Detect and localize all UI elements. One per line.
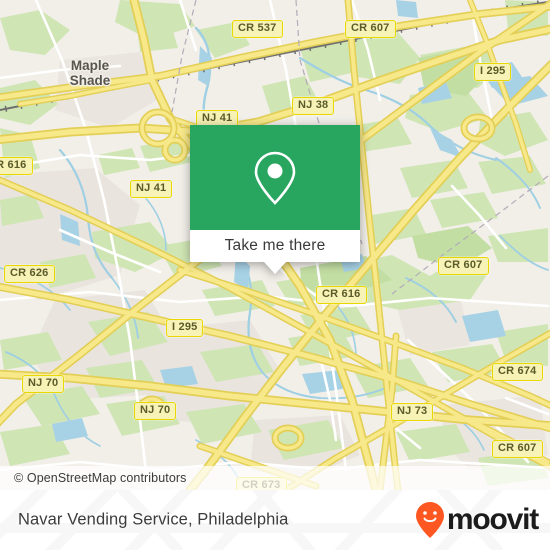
highway-shield-cr-616-west[interactable]: CR 616 (0, 157, 33, 175)
highway-shield-cr-607-east[interactable]: CR 607 (438, 257, 489, 275)
highway-shield-nj-70-west[interactable]: NJ 70 (22, 375, 65, 393)
highway-shield-cr-607-southeast[interactable]: CR 607 (492, 440, 543, 458)
highway-shield-nj-38[interactable]: NJ 38 (292, 97, 335, 115)
highway-shield-nj-73[interactable]: NJ 73 (391, 403, 434, 421)
highway-shield-nj-70[interactable]: NJ 70 (134, 402, 177, 420)
highway-shield-i-295[interactable]: I 295 (474, 63, 512, 81)
map-attribution[interactable]: © OpenStreetMap contributors (0, 466, 550, 490)
highway-shield-i-295-south[interactable]: I 295 (166, 319, 204, 337)
highway-shield-cr-616[interactable]: CR 616 (316, 286, 367, 304)
moovit-wordmark: moovit (446, 503, 539, 536)
highway-shield-nj-41-south[interactable]: NJ 41 (130, 180, 173, 198)
moovit-place-card: Maple Shade CR 537 CR 607 I 295 NJ 38 NJ… (0, 0, 550, 550)
popup-image-panel (190, 125, 360, 230)
highway-shield-cr-607[interactable]: CR 607 (345, 20, 396, 38)
popup-cta-label: Take me there (224, 237, 326, 254)
place-title: Navar Vending Service, Philadelphia (18, 510, 289, 529)
map-canvas[interactable]: Maple Shade CR 537 CR 607 I 295 NJ 38 NJ… (0, 0, 550, 490)
popup-cta-bar[interactable]: Take me there (190, 230, 360, 262)
moovit-logo[interactable]: moovit (415, 501, 539, 539)
highway-shield-cr-537[interactable]: CR 537 (232, 20, 283, 38)
moovit-pin-icon (415, 502, 444, 538)
footer-bar: Navar Vending Service, Philadelphia moov… (0, 490, 550, 550)
highway-shield-cr-626[interactable]: CR 626 (4, 265, 55, 283)
highway-shield-cr-674[interactable]: CR 674 (492, 363, 543, 381)
place-popup-callout[interactable]: Take me there (190, 125, 360, 274)
popup-pointer-tail (264, 262, 286, 274)
map-pin-icon (254, 151, 296, 205)
